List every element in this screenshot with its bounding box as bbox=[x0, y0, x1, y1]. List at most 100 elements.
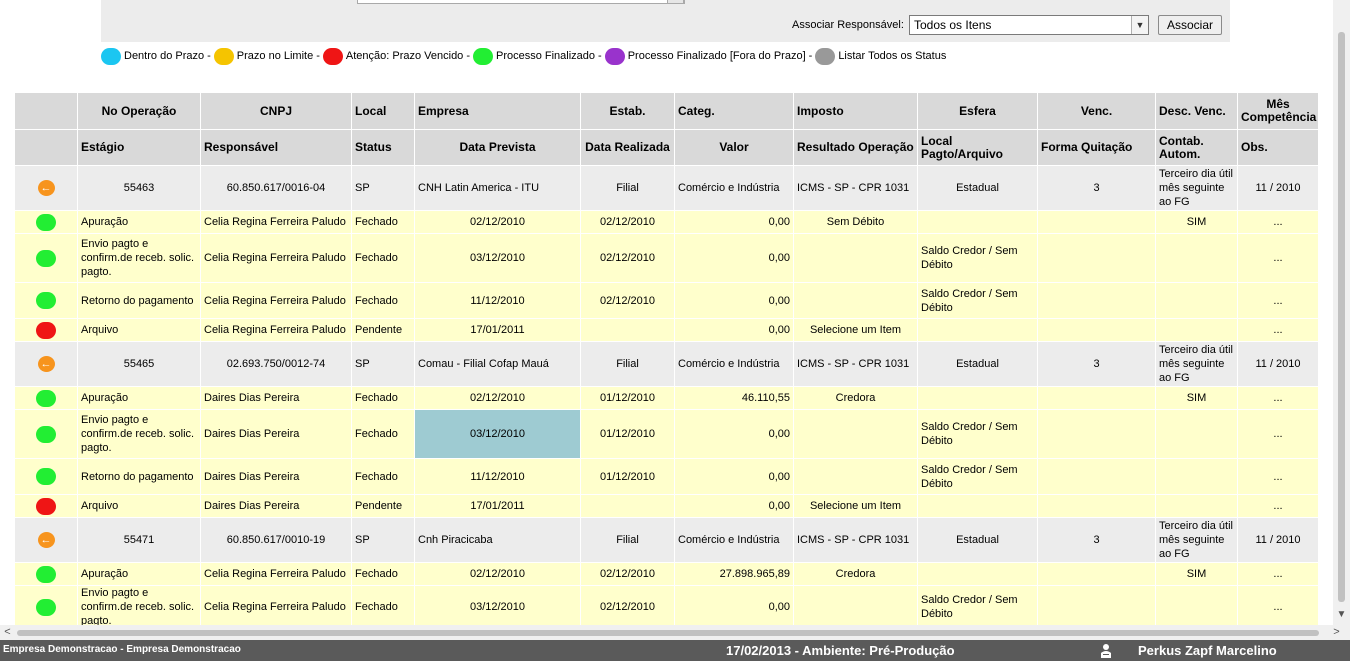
stage-resultado bbox=[793, 233, 918, 283]
stage-resp: Daires Dias Pereira bbox=[200, 386, 352, 410]
column-header[interactable]: Mês Competência bbox=[1237, 92, 1319, 130]
stage-row[interactable]: Arquivo Celia Regina Ferreira Paludo Pende… bbox=[14, 318, 1319, 342]
op-venc: 3 bbox=[1037, 165, 1156, 211]
assoc-select-value: Todos os Itens bbox=[914, 18, 992, 32]
stage-status: Fechado bbox=[351, 458, 415, 495]
stage-row[interactable]: Apuração Daires Dias Pereira Fechado 02/12/… bbox=[14, 386, 1319, 410]
stage-estagio: Arquivo bbox=[77, 318, 201, 342]
scroll-down-icon[interactable]: ▼ bbox=[1333, 606, 1350, 623]
stage-row[interactable]: Envio pagto e confirm.de receb. solic. p… bbox=[14, 585, 1319, 629]
stage-row[interactable]: Retorno do pagamento Daires Dias Pereira F… bbox=[14, 458, 1319, 495]
stage-valor: 0,00 bbox=[674, 409, 794, 459]
chevron-down-icon[interactable]: ▼ bbox=[1131, 16, 1148, 34]
column-header[interactable]: Resultado Operação bbox=[793, 129, 918, 166]
operation-row[interactable]: ← 55465 02.693.750/0012-74 SP Comau - Filial… bbox=[14, 341, 1319, 387]
column-header[interactable]: Estágio bbox=[77, 129, 201, 166]
stage-resp: Celia Regina Ferreira Paludo bbox=[200, 233, 352, 283]
scroll-left-icon[interactable]: < bbox=[0, 625, 15, 640]
column-header[interactable]: No Operação bbox=[77, 92, 201, 130]
legend-label: Processo Finalizado [Fora do Prazo] bbox=[627, 50, 806, 62]
status-cell bbox=[14, 409, 78, 459]
stage-resultado: Selecione um Item bbox=[793, 494, 918, 518]
column-header[interactable]: Responsável bbox=[200, 129, 352, 166]
arrow-left-icon[interactable]: ← bbox=[37, 356, 55, 372]
horizontal-scrollbar[interactable]: < > bbox=[0, 625, 1350, 640]
op-local: SP bbox=[351, 517, 415, 563]
column-header[interactable]: Data Prevista bbox=[414, 129, 581, 166]
column-header[interactable]: Data Realizada bbox=[580, 129, 675, 166]
stage-row[interactable]: Retorno do pagamento Celia Regina Ferreir… bbox=[14, 282, 1319, 319]
search-input[interactable] bbox=[357, 0, 685, 4]
legend-item[interactable]: Prazo no Limite - bbox=[213, 47, 323, 65]
expand-cell[interactable]: ← bbox=[14, 341, 78, 387]
stage-row[interactable]: Envio pagto e confirm.de receb. solic. p… bbox=[14, 233, 1319, 283]
column-header[interactable]: Local Pagto/Arquivo bbox=[917, 129, 1038, 166]
column-header[interactable]: Empresa bbox=[414, 92, 581, 130]
legend-item[interactable]: Processo Finalizado - bbox=[472, 47, 605, 65]
column-header[interactable]: Categ. bbox=[674, 92, 794, 130]
stage-valor: 0,00 bbox=[674, 233, 794, 283]
stage-valor: 0,00 bbox=[674, 494, 794, 518]
operation-row[interactable]: ← 55463 60.850.617/0016-04 SP CNH Latin Amer… bbox=[14, 165, 1319, 211]
column-header[interactable]: Valor bbox=[674, 129, 794, 166]
column-header[interactable]: Contab. Autom. bbox=[1155, 129, 1238, 166]
stage-row[interactable]: Apuração Celia Regina Ferreira Paludo Fech… bbox=[14, 210, 1319, 234]
stage-local-pagto: Saldo Credor / Sem Débito bbox=[917, 282, 1038, 319]
column-header[interactable]: Status bbox=[351, 129, 415, 166]
column-header[interactable]: Esfera bbox=[917, 92, 1038, 130]
arrow-left-icon[interactable]: ← bbox=[37, 532, 55, 548]
column-header[interactable]: Local bbox=[351, 92, 415, 130]
stage-obs: ... bbox=[1237, 282, 1319, 319]
vertical-scrollbar[interactable]: ▼ bbox=[1333, 0, 1350, 625]
associar-button[interactable]: Associar bbox=[1158, 15, 1222, 35]
column-header[interactable]: Forma Quitação bbox=[1037, 129, 1156, 166]
header-row-2: Estágio Responsável Status Data Prevista Dat… bbox=[14, 129, 1319, 166]
op-local: SP bbox=[351, 341, 415, 387]
assoc-responsavel-select[interactable]: Todos os Itens ▼ bbox=[909, 15, 1149, 35]
arrow-left-icon[interactable]: ← bbox=[37, 180, 55, 196]
stage-estagio: Apuração bbox=[77, 562, 201, 586]
column-header[interactable]: CNPJ bbox=[200, 92, 352, 130]
header-row-1: No Operação CNPJ Local Empresa Estab. Categ. I… bbox=[14, 92, 1319, 130]
op-mes: 11 / 2010 bbox=[1237, 165, 1319, 211]
stage-contab: SIM bbox=[1155, 210, 1238, 234]
column-header[interactable]: Imposto bbox=[793, 92, 918, 130]
column-header[interactable]: Estab. bbox=[580, 92, 675, 130]
op-empresa: Comau - Filial Cofap Mauá bbox=[414, 341, 581, 387]
stage-resultado: Credora bbox=[793, 386, 918, 410]
op-imposto: ICMS - SP - CPR 1031 bbox=[793, 517, 918, 563]
legend-item[interactable]: Atenção: Prazo Vencido - bbox=[322, 47, 473, 65]
op-desc-venc: Terceiro dia útil mês seguinte ao FG bbox=[1155, 341, 1238, 387]
legend-item[interactable]: Dentro do Prazo - bbox=[101, 47, 214, 65]
stage-row[interactable]: Envio pagto e confirm.de receb. solic. p… bbox=[14, 409, 1319, 459]
stage-local-pagto bbox=[917, 494, 1038, 518]
stage-local-pagto bbox=[917, 210, 1038, 234]
status-cell bbox=[14, 458, 78, 495]
column-header[interactable]: Desc. Venc. bbox=[1155, 92, 1238, 130]
stage-realizada: 02/12/2010 bbox=[580, 210, 675, 234]
stage-status: Fechado bbox=[351, 233, 415, 283]
vertical-scroll-thumb[interactable] bbox=[1338, 32, 1345, 602]
expand-cell[interactable]: ← bbox=[14, 517, 78, 563]
stage-local-pagto bbox=[917, 562, 1038, 586]
horizontal-scroll-thumb[interactable] bbox=[17, 630, 1319, 636]
stage-resultado: Selecione um Item bbox=[793, 318, 918, 342]
status-cell bbox=[14, 386, 78, 410]
operation-row[interactable]: ← 55471 60.850.617/0010-19 SP Cnh Piracicaba… bbox=[14, 517, 1319, 563]
stage-row[interactable]: Arquivo Daires Dias Pereira Pendente 17/01/… bbox=[14, 494, 1319, 518]
status-cell bbox=[14, 318, 78, 342]
stage-realizada: 02/12/2010 bbox=[580, 282, 675, 319]
stage-valor: 46.110,55 bbox=[674, 386, 794, 410]
legend-item[interactable]: Listar Todos os Status bbox=[815, 47, 946, 65]
stage-resp: Celia Regina Ferreira Paludo bbox=[200, 585, 352, 629]
stage-obs: ... bbox=[1237, 585, 1319, 629]
scroll-right-icon[interactable]: > bbox=[1329, 625, 1344, 640]
stage-row[interactable]: Apuração Celia Regina Ferreira Paludo Fech… bbox=[14, 562, 1319, 586]
expand-cell[interactable]: ← bbox=[14, 165, 78, 211]
column-header[interactable]: Obs. bbox=[1237, 129, 1319, 166]
legend-item[interactable]: Processo Finalizado [Fora do Prazo] - bbox=[604, 47, 816, 65]
op-imposto: ICMS - SP - CPR 1031 bbox=[793, 341, 918, 387]
column-header[interactable]: Venc. bbox=[1037, 92, 1156, 130]
search-button[interactable] bbox=[667, 0, 684, 4]
op-desc-venc: Terceiro dia útil mês seguinte ao FG bbox=[1155, 165, 1238, 211]
